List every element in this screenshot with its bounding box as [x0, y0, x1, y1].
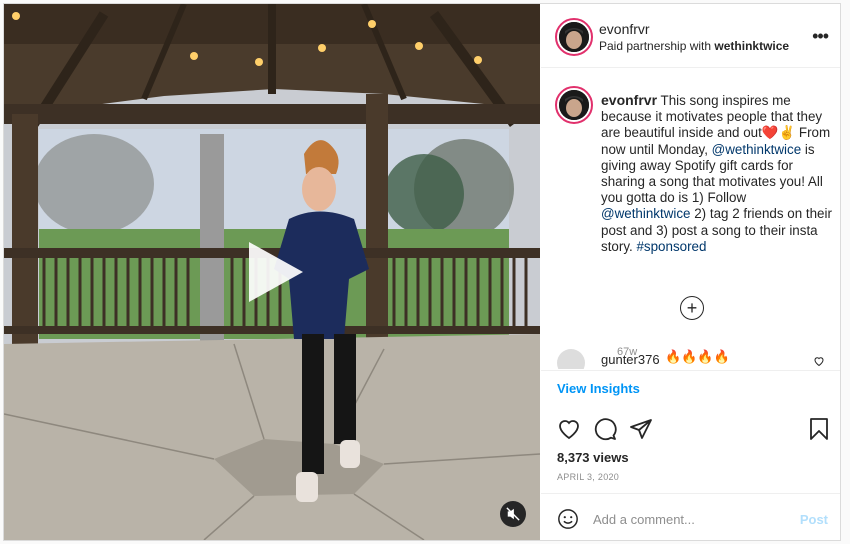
emoji-icon[interactable]	[557, 508, 579, 530]
comment-text: 🔥🔥🔥🔥	[665, 349, 730, 364]
mention-link[interactable]: @wethinktwice	[601, 206, 691, 221]
profile-picture	[559, 90, 589, 120]
author-avatar[interactable]	[555, 18, 593, 56]
hashtag-link[interactable]: #sponsored	[636, 239, 706, 254]
mention-link[interactable]: @wethinktwice	[712, 142, 802, 157]
caption-emoji: ❤️✌️	[761, 125, 796, 141]
comment-like-icon[interactable]	[813, 355, 825, 367]
paid-partnership-label: Paid partnership with wethinktwice	[599, 39, 789, 53]
like-icon[interactable]	[557, 417, 581, 441]
partnership-prefix: Paid partnership with	[599, 39, 715, 53]
commenter-avatar[interactable]	[557, 349, 585, 369]
comment-item: gunter376 🔥🔥🔥🔥	[557, 349, 833, 369]
comment-icon[interactable]	[593, 417, 617, 441]
speaker-muted-icon	[506, 507, 520, 521]
more-options-icon[interactable]: •••	[812, 26, 829, 47]
author-username[interactable]: evonfrvr	[599, 21, 650, 37]
post-dialog: evonfrvr Paid partnership with wethinktw…	[3, 3, 841, 541]
partner-link[interactable]: wethinktwice	[714, 39, 789, 53]
play-icon[interactable]	[245, 240, 305, 304]
actions-divider	[541, 370, 840, 371]
post-date[interactable]: APRIL 3, 2020	[557, 472, 619, 482]
profile-picture	[559, 22, 589, 52]
save-icon[interactable]	[808, 417, 830, 441]
post-header: evonfrvr Paid partnership with wethinktw…	[541, 4, 840, 68]
commenter-username[interactable]: gunter376	[601, 352, 660, 367]
add-comment-bar: Add a comment... Post	[541, 493, 840, 541]
post-comment-button[interactable]: Post	[800, 512, 828, 527]
share-icon[interactable]	[629, 417, 653, 441]
post-sidebar: evonfrvr Paid partnership with wethinktw…	[541, 4, 840, 540]
video-player[interactable]	[4, 4, 540, 540]
view-count[interactable]: 8,373 views	[557, 450, 629, 465]
comment-input[interactable]: Add a comment...	[593, 512, 695, 527]
caption-username[interactable]: evonfrvr	[601, 92, 657, 108]
caption-text: evonfrvr This song inspires me because i…	[601, 92, 833, 255]
plus-icon: +	[686, 298, 698, 318]
caption-avatar[interactable]	[555, 86, 593, 124]
view-insights-link[interactable]: View Insights	[557, 381, 640, 396]
mute-button[interactable]	[500, 501, 526, 527]
load-more-comments-button[interactable]: +	[680, 296, 704, 320]
